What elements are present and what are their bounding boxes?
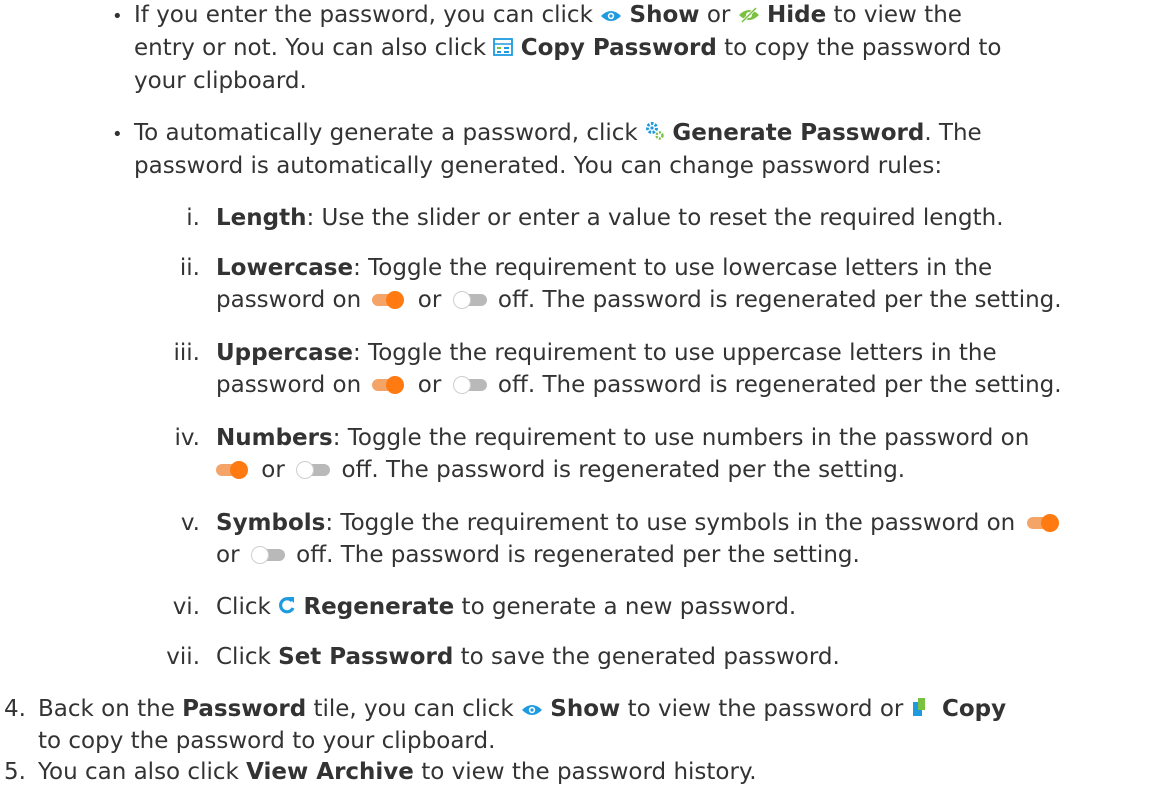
rule-length: Length: Use the slider or enter a value … [216, 205, 1004, 231]
step5-line: You can also click View Archive to view … [38, 759, 757, 785]
copy-password-icon [493, 34, 514, 64]
copy-icon [911, 695, 927, 725]
step4-line1: Back on the Password tile, you can click… [38, 694, 1006, 725]
step4-line2: to copy the password to your clipboard. [38, 728, 496, 754]
eye-icon [600, 1, 622, 31]
roman-numeral: vi. [172, 594, 200, 620]
rule-lowercase-line1: Lowercase: Toggle the requirement to use… [216, 255, 993, 281]
roman-numeral: v. [180, 510, 200, 536]
toggle-on-icon [1026, 514, 1061, 532]
copy-password-label: Copy Password [520, 35, 717, 61]
toggle-off-icon [250, 546, 285, 564]
rule-regenerate: Click Regenerate to generate a new passw… [216, 592, 796, 623]
roman-numeral: ii. [179, 255, 200, 281]
eye-slash-icon [738, 1, 760, 31]
rule-symbols-line2: or off. The password is regenerated per … [216, 542, 860, 568]
para-show-hide-line2: entry or not. You can also click Copy Pa… [134, 33, 1001, 64]
roman-numeral: vii. [166, 644, 200, 670]
rule-lowercase-line2: password on or off. The password is rege… [216, 287, 1062, 313]
rule-symbols-line1: Symbols: Toggle the requirement to use s… [216, 508, 1065, 538]
toggle-on-icon [372, 291, 406, 309]
rule-uppercase-line2: password on or off. The password is rege… [216, 372, 1062, 398]
eye-icon [521, 695, 543, 725]
show-label: Show [629, 2, 700, 28]
generate-password-label: Generate Password [672, 120, 925, 146]
generate-password-icon [645, 119, 665, 149]
rule-set-password: Click Set Password to save the generated… [216, 644, 840, 670]
toggle-off-icon [452, 291, 487, 309]
bullet: • [112, 124, 123, 145]
step-number: 5. [4, 759, 26, 785]
toggle-on-icon [372, 376, 406, 394]
para-show-hide-line1: If you enter the password, you can click… [134, 0, 962, 31]
rule-numbers-line1: Numbers: Toggle the requirement to use n… [216, 425, 1030, 451]
toggle-off-icon [452, 376, 487, 394]
bullet: • [112, 6, 123, 27]
roman-numeral: iii. [173, 340, 200, 366]
para-show-hide-line3: your clipboard. [134, 68, 307, 94]
toggle-off-icon [296, 461, 331, 479]
para-generate-line1: To automatically generate a password, cl… [134, 118, 982, 149]
regenerate-icon [278, 593, 296, 623]
hide-label: Hide [766, 2, 827, 28]
roman-numeral: i. [186, 205, 200, 231]
rule-numbers-line2: or off. The password is regenerated per … [212, 455, 905, 485]
rule-uppercase-line1: Uppercase: Toggle the requirement to use… [216, 340, 997, 366]
step-number: 4. [4, 696, 26, 722]
roman-numeral: iv. [174, 425, 200, 451]
para-generate-line2: password is automatically generated. You… [134, 153, 943, 179]
toggle-on-icon [216, 461, 250, 479]
